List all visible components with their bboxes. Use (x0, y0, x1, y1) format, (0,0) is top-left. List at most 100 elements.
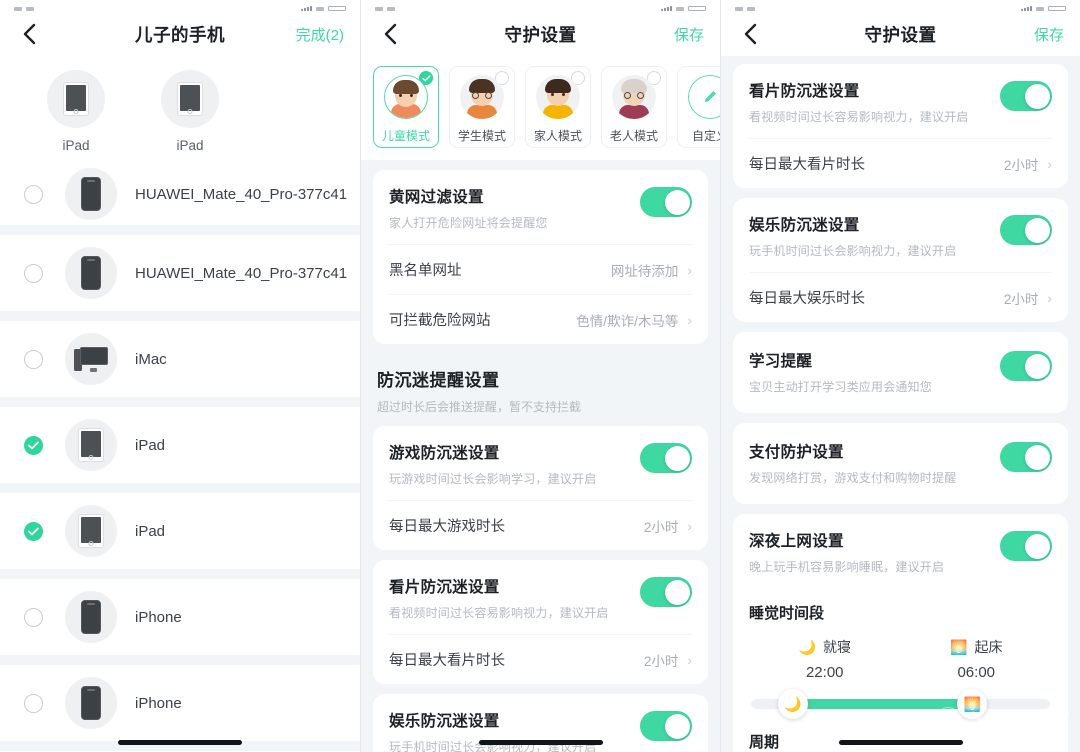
status-right-cluster (661, 6, 706, 11)
three-screen-collage: 儿子的手机 完成(2) iPad iPad HUAWEI_Mate_40_Pro… (0, 0, 1080, 752)
card-title: 娱乐防沉迷设置 (749, 217, 860, 234)
card-texts: 黄网过滤设置 家人打开危险网址将会提醒您 (389, 185, 640, 231)
toggle-switch[interactable] (1000, 81, 1052, 111)
phone-icon (65, 247, 117, 299)
toggle-switch[interactable] (640, 711, 692, 741)
page-title: 守护设置 (504, 24, 577, 45)
card-header: 娱乐防沉迷设置 玩手机时间过长会影响视力，建议开启 (749, 198, 1052, 272)
wifi-icon (316, 7, 324, 11)
screen-guard-settings-1: 守护设置 保存 儿童模式 学生模式 家人模式 老人模式 自定 黄网过滤设置 家人… (360, 0, 720, 752)
bedtime-label: 就寝 (822, 639, 851, 655)
radio-unchecked-icon[interactable] (24, 184, 43, 204)
phone-icon (65, 591, 117, 643)
mode-card-elder[interactable]: 老人模式 (601, 66, 667, 148)
pencil-icon (688, 75, 720, 119)
featured-devices: iPad iPad (0, 56, 360, 163)
card-title: 娱乐防沉迷设置 (389, 713, 500, 730)
setting-row[interactable]: 每日最大游戏时长 2小时 › (389, 500, 692, 550)
save-button[interactable]: 保存 (674, 24, 704, 45)
mode-card-family[interactable]: 家人模式 (525, 66, 591, 148)
card-game-limit: 游戏防沉迷设置 玩游戏时间过长会影响学习，建议开启 每日最大游戏时长 2小时 › (373, 426, 708, 550)
card-texts: 娱乐防沉迷设置 玩手机时间过长会影响视力，建议开启 (389, 709, 640, 752)
status-icon (387, 7, 395, 11)
radio-unchecked-icon[interactable] (24, 693, 43, 713)
slider-handle-waketime[interactable]: 🌅 (957, 689, 988, 719)
student-avatar (460, 75, 504, 119)
card-subtitle: 宝贝主动打开学习类应用会通知您 (749, 380, 933, 394)
toggle-switch[interactable] (640, 577, 692, 607)
row-value: 2小时 (1003, 157, 1039, 173)
card-subtitle: 晚上玩手机容易影响睡眠，建议开启 (749, 560, 945, 574)
navbar-left: 儿子的手机 完成(2) (0, 12, 360, 56)
setting-row[interactable]: 每日最大看片时长 2小时 › (749, 138, 1052, 188)
card-porn-filter: 黄网过滤设置 家人打开危险网址将会提醒您 黑名单网址 网址待添加 › 可拦截危险… (373, 170, 708, 344)
signal-icon (661, 6, 672, 11)
list-item[interactable]: iMac (0, 321, 360, 397)
featured-device-tile[interactable]: iPad (24, 70, 128, 153)
radio-checked-icon[interactable] (24, 521, 43, 541)
mode-card-custom[interactable]: 自定义 (677, 66, 720, 148)
toggle-switch[interactable] (1000, 531, 1052, 561)
list-item[interactable]: HUAWEI_Mate_40_Pro-377c41 (0, 163, 360, 225)
card-header: 看片防沉迷设置 看视频时间过长容易影响视力，建议开启 (749, 64, 1052, 138)
radio-checked-icon[interactable] (24, 435, 43, 455)
card-video-limit: 看片防沉迷设置 看视频时间过长容易影响视力，建议开启 每日最大看片时长 2小时 … (733, 64, 1068, 188)
row-value: 色情/欺诈/木马等 (576, 313, 679, 329)
toggle-switch[interactable] (640, 443, 692, 473)
waketime-column[interactable]: 🌅 起床 06:00 (901, 637, 1053, 681)
setting-row[interactable]: 黑名单网址 网址待添加 › (389, 244, 692, 294)
family-avatar (536, 75, 580, 119)
radio-unchecked-icon[interactable] (24, 349, 43, 369)
list-item[interactable]: iPad (0, 407, 360, 483)
row-label: 每日最大娱乐时长 (749, 291, 865, 307)
status-time (14, 7, 22, 11)
back-button[interactable] (16, 21, 42, 47)
card-subtitle: 玩游戏时间过长会影响学习，建议开启 (389, 472, 597, 486)
save-button[interactable]: 保存 (1034, 24, 1064, 45)
card-header: 学习提醒 宝贝主动打开学习类应用会通知您 (749, 332, 1052, 413)
card-title: 看片防沉迷设置 (389, 579, 500, 596)
home-indicator (478, 740, 603, 745)
navbar-mid: 守护设置 保存 (361, 12, 720, 56)
wifi-icon (1036, 7, 1044, 11)
card-title: 黄网过滤设置 (389, 189, 484, 206)
battery-icon (328, 6, 346, 11)
back-button[interactable] (377, 21, 403, 47)
chevron-right-icon: › (1047, 289, 1052, 306)
card-texts: 看片防沉迷设置 看视频时间过长容易影响视力，建议开启 (749, 79, 1000, 125)
card-header: 看片防沉迷设置 看视频时间过长容易影响视力，建议开启 (389, 560, 692, 634)
bedtime-column[interactable]: 🌙 就寝 22:00 (749, 637, 901, 681)
radio-unchecked-icon[interactable] (24, 607, 43, 627)
toggle-switch[interactable] (1000, 215, 1052, 245)
mode-card-child[interactable]: 儿童模式 (373, 66, 439, 148)
slider-handle-bedtime[interactable]: 🌙 (777, 689, 808, 719)
list-item[interactable]: iPhone (0, 579, 360, 655)
list-item[interactable]: iPhone (0, 665, 360, 741)
cycle-title: 周期 (749, 734, 780, 751)
home-indicator (838, 740, 963, 745)
wifi-icon (676, 7, 684, 11)
bedtime-value: 22:00 (805, 664, 844, 681)
card-subtitle: 看视频时间过长容易影响视力，建议开启 (749, 110, 969, 124)
sleep-range-slider[interactable]: 🌙 🌅 (751, 689, 1050, 719)
toggle-switch[interactable] (1000, 442, 1052, 472)
divider (0, 656, 360, 665)
mode-card-student[interactable]: 学生模式 (449, 66, 515, 148)
setting-row[interactable]: 每日最大看片时长 2小时 › (389, 634, 692, 684)
list-item[interactable]: iPad (0, 493, 360, 569)
setting-row[interactable]: 可拦截危险网站 色情/欺诈/木马等 › (389, 294, 692, 344)
radio-unchecked-icon[interactable] (24, 263, 43, 283)
done-button[interactable]: 完成(2) (296, 24, 344, 45)
back-button[interactable] (737, 21, 763, 47)
card-texts: 支付防护设置 发现网络打赏，游戏支付和购物时提醒 (749, 440, 1000, 486)
divider (0, 226, 360, 235)
toggle-switch[interactable] (1000, 351, 1052, 381)
waketime-value: 06:00 (957, 664, 996, 681)
list-item[interactable]: HUAWEI_Mate_40_Pro-377c41 (0, 235, 360, 311)
setting-row[interactable]: 每日最大娱乐时长 2小时 › (749, 272, 1052, 322)
chevron-right-icon: › (687, 311, 692, 328)
card-header: 支付防护设置 发现网络打赏，游戏支付和购物时提醒 (749, 423, 1052, 504)
sleep-times: 🌙 就寝 22:00 🌅 起床 06:00 (749, 623, 1052, 685)
featured-device-tile[interactable]: iPad (138, 70, 242, 153)
toggle-switch[interactable] (640, 187, 692, 217)
